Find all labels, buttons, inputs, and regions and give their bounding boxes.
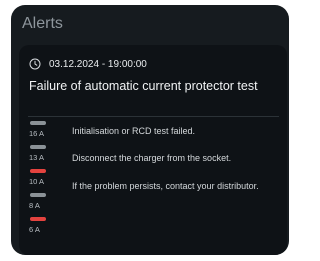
clock-icon xyxy=(29,58,41,70)
alerts-panel: Alerts 03.12.2024 - 19:00:00 Failure of … xyxy=(11,5,289,255)
alert-message-2: Disconnect the charger from the socket. xyxy=(72,153,232,163)
level-label-8a: 8 A xyxy=(29,201,40,210)
panel-title: Alerts xyxy=(22,15,63,32)
level-bar-10a xyxy=(30,169,46,173)
current-level-indicator: 16 A 13 A 10 A 8 A 6 A xyxy=(28,117,52,237)
level-bar-8a xyxy=(30,193,46,197)
alert-card[interactable]: 03.12.2024 - 19:00:00 Failure of automat… xyxy=(19,45,287,255)
level-bar-13a xyxy=(30,145,46,149)
alert-timestamp: 03.12.2024 - 19:00:00 xyxy=(49,58,147,70)
timestamp-row: 03.12.2024 - 19:00:00 xyxy=(29,57,147,71)
level-label-13a: 13 A xyxy=(29,153,45,162)
alert-title: Failure of automatic current protector t… xyxy=(29,79,258,93)
level-bar-6a xyxy=(30,217,46,221)
level-label-6a: 6 A xyxy=(29,225,40,234)
alert-message-1: Initialisation or RCD test failed. xyxy=(72,126,196,136)
divider xyxy=(28,116,279,117)
level-bar-16a xyxy=(30,121,46,125)
alert-message-3: If the problem persists, contact your di… xyxy=(72,181,259,191)
level-label-16a: 16 A xyxy=(29,129,45,138)
level-label-10a: 10 A xyxy=(29,177,45,186)
